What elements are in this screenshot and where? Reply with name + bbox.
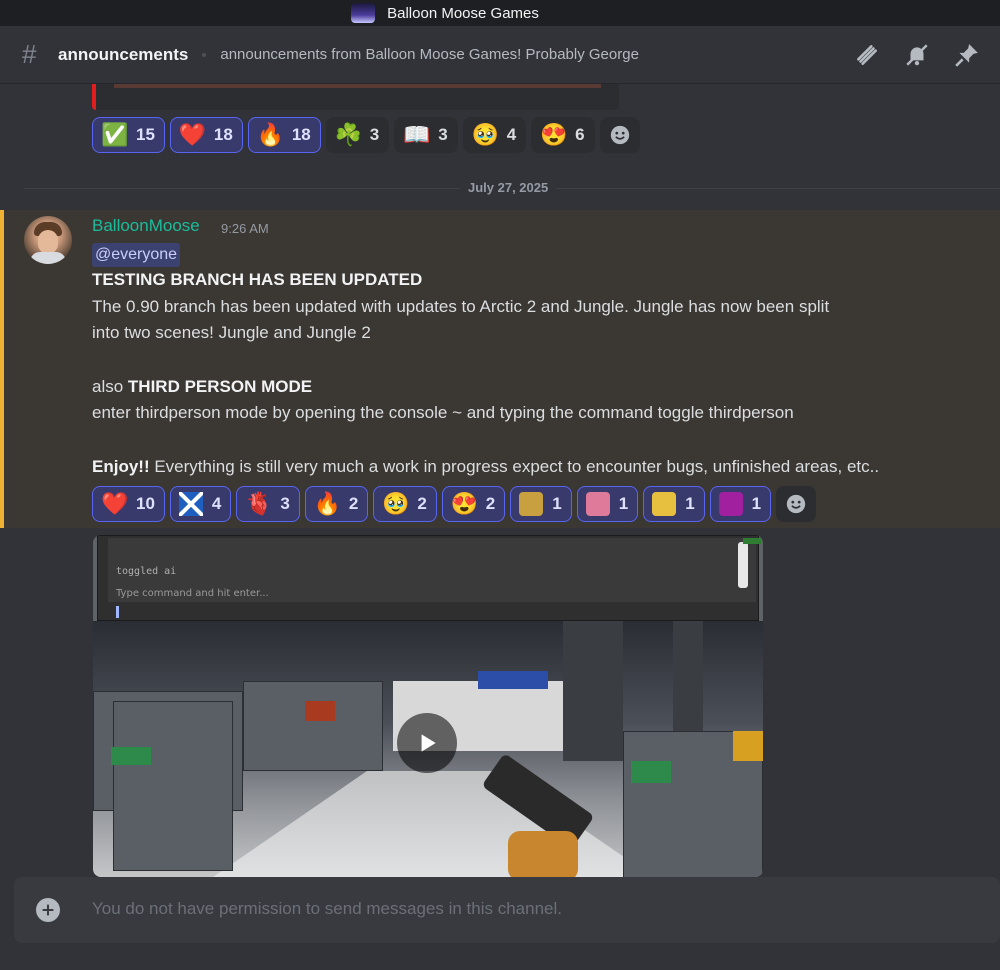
reaction-count: 1 xyxy=(618,494,629,513)
reaction-count: 15 xyxy=(136,125,155,144)
message-line-enjoy: Enjoy!! Everything is still very much a … xyxy=(92,457,879,477)
pleading-face-icon: 🥹 xyxy=(471,122,500,147)
video-attachment[interactable]: toggled ai Type command and hit enter... xyxy=(93,535,763,877)
reaction-check-mark[interactable]: ✅ 15 xyxy=(92,117,165,153)
heart-eyes-icon: 😍 xyxy=(450,491,479,516)
reaction-custom-emoji-3[interactable]: 1 xyxy=(643,486,705,522)
message-timestamp[interactable]: 9:26 AM xyxy=(221,221,269,236)
heart-eyes-icon: 😍 xyxy=(540,122,568,147)
fire-icon: 🔥 xyxy=(313,491,342,516)
play-icon xyxy=(421,734,436,752)
scotland-flag-icon xyxy=(177,490,205,518)
message-heading: TESTING BRANCH HAS BEEN UPDATED xyxy=(92,270,423,289)
custom-emoji-1-icon xyxy=(519,492,544,516)
header-toolbar xyxy=(830,26,1000,84)
shamrock-icon: ☘️ xyxy=(334,122,363,147)
reaction-count: 3 xyxy=(369,125,380,144)
enjoy-text: Enjoy!! xyxy=(92,457,150,476)
server-name: Balloon Moose Games xyxy=(387,4,539,22)
open-book-icon: 📖 xyxy=(403,122,431,147)
message-composer: You do not have permission to send messa… xyxy=(14,877,1000,943)
message-line-1: The 0.90 branch has been updated with up… xyxy=(92,297,830,316)
reaction-heart-eyes[interactable]: 😍 6 xyxy=(531,117,595,153)
custom-emoji-3-icon xyxy=(652,492,677,516)
channel-header: # announcements announcements from Ballo… xyxy=(0,26,1000,84)
embed-image-edge xyxy=(114,84,601,88)
reaction-custom-emoji-1[interactable]: 1 xyxy=(510,486,572,522)
red-heart-icon: ❤️ xyxy=(178,122,207,147)
reaction-count: 10 xyxy=(136,494,155,513)
reaction-count: 4 xyxy=(506,125,517,144)
everyone-mention[interactable]: @everyone xyxy=(92,243,181,267)
window-titlebar: Balloon Moose Games xyxy=(0,0,1000,26)
fire-icon: 🔥 xyxy=(256,122,285,147)
check-mark-icon: ✅ xyxy=(101,122,129,147)
upload-plus-icon xyxy=(36,898,60,922)
reaction-count: 2 xyxy=(348,494,359,513)
console-input: Type command and hit enter... xyxy=(116,588,269,599)
reaction-fire[interactable]: 🔥 18 xyxy=(247,117,321,153)
reaction-count: 1 xyxy=(552,494,562,513)
add-reaction-button[interactable] xyxy=(599,117,640,153)
reaction-red-heart[interactable]: ❤️ 10 xyxy=(92,486,165,522)
reaction-count: 1 xyxy=(685,494,695,513)
reaction-shamrock[interactable]: ☘️ 3 xyxy=(325,117,390,153)
avatar[interactable] xyxy=(24,216,72,264)
reaction-pleading-face[interactable]: 🥹 2 xyxy=(373,486,437,522)
play-button[interactable] xyxy=(397,713,457,773)
smiley-icon xyxy=(786,494,806,514)
message-line-3: enter thirdperson mode by opening the co… xyxy=(92,403,794,422)
hash-icon: # xyxy=(22,39,37,69)
more-icon[interactable] xyxy=(994,42,1000,68)
add-reaction-button[interactable] xyxy=(776,486,817,522)
reaction-count: 18 xyxy=(291,125,311,144)
server-icon xyxy=(351,3,376,23)
enjoy-rest-text: Everything is still very much a work in … xyxy=(149,457,880,476)
reaction-count: 6 xyxy=(575,125,585,144)
custom-emoji-4-icon xyxy=(718,492,743,516)
third-person-mode-text: THIRD PERSON MODE xyxy=(127,377,313,396)
also-prefix: also xyxy=(92,377,128,396)
mute-bell-icon[interactable] xyxy=(904,42,930,68)
reaction-count: 3 xyxy=(280,494,290,513)
reaction-count: 1 xyxy=(751,494,762,513)
reaction-red-heart[interactable]: ❤️ 18 xyxy=(169,117,243,153)
previous-reactions: ✅ 15 ❤️ 18 🔥 18 ☘️ 3 📖 3 🥹 4 😍 6 xyxy=(92,117,640,153)
reaction-count: 4 xyxy=(211,494,222,513)
reaction-custom-emoji-4[interactable]: 1 xyxy=(709,486,772,522)
reaction-count: 18 xyxy=(213,125,233,144)
red-heart-icon: ❤️ xyxy=(101,491,129,516)
channel-name: announcements xyxy=(58,44,189,64)
threads-icon[interactable] xyxy=(854,42,880,68)
reaction-anatomical-heart[interactable]: 🫀 3 xyxy=(236,486,300,522)
channel-topic[interactable]: announcements from Balloon Moose Games! … xyxy=(220,46,639,63)
anatomical-heart-icon: 🫀 xyxy=(245,491,273,516)
reaction-heart-eyes[interactable]: 😍 2 xyxy=(441,486,506,522)
message-line-2: into two scenes! Jungle and Jungle 2 xyxy=(92,323,371,342)
message-author[interactable]: BalloonMoose xyxy=(92,216,200,236)
message-reactions: ❤️ 10 4 🫀 3 🔥 2 🥹 2 😍 2 1 1 1 1 xyxy=(92,486,817,522)
reaction-scotland-flag[interactable]: 4 xyxy=(169,486,232,522)
previous-embed[interactable] xyxy=(92,84,619,110)
pleading-face-icon: 🥹 xyxy=(382,491,410,516)
reaction-open-book[interactable]: 📖 3 xyxy=(394,117,458,153)
reaction-custom-emoji-2[interactable]: 1 xyxy=(576,486,639,522)
custom-emoji-2-icon xyxy=(585,492,610,516)
smiley-icon xyxy=(610,125,629,145)
message-line-also: also THIRD PERSON MODE xyxy=(92,377,312,397)
fps-counter xyxy=(743,538,761,544)
reaction-count: 2 xyxy=(485,494,496,513)
console-log: toggled ai xyxy=(116,566,177,577)
topic-separator xyxy=(202,52,207,57)
pin-icon[interactable] xyxy=(954,42,980,68)
date-divider-label: July 27, 2025 xyxy=(460,180,557,195)
reaction-fire[interactable]: 🔥 2 xyxy=(304,486,369,522)
composer-placeholder: You do not have permission to send messa… xyxy=(92,899,562,918)
game-console: toggled ai Type command and hit enter... xyxy=(97,535,759,621)
reaction-count: 2 xyxy=(417,494,427,513)
reaction-count: 3 xyxy=(438,125,448,144)
reaction-pleading-face[interactable]: 🥹 4 xyxy=(462,117,527,153)
